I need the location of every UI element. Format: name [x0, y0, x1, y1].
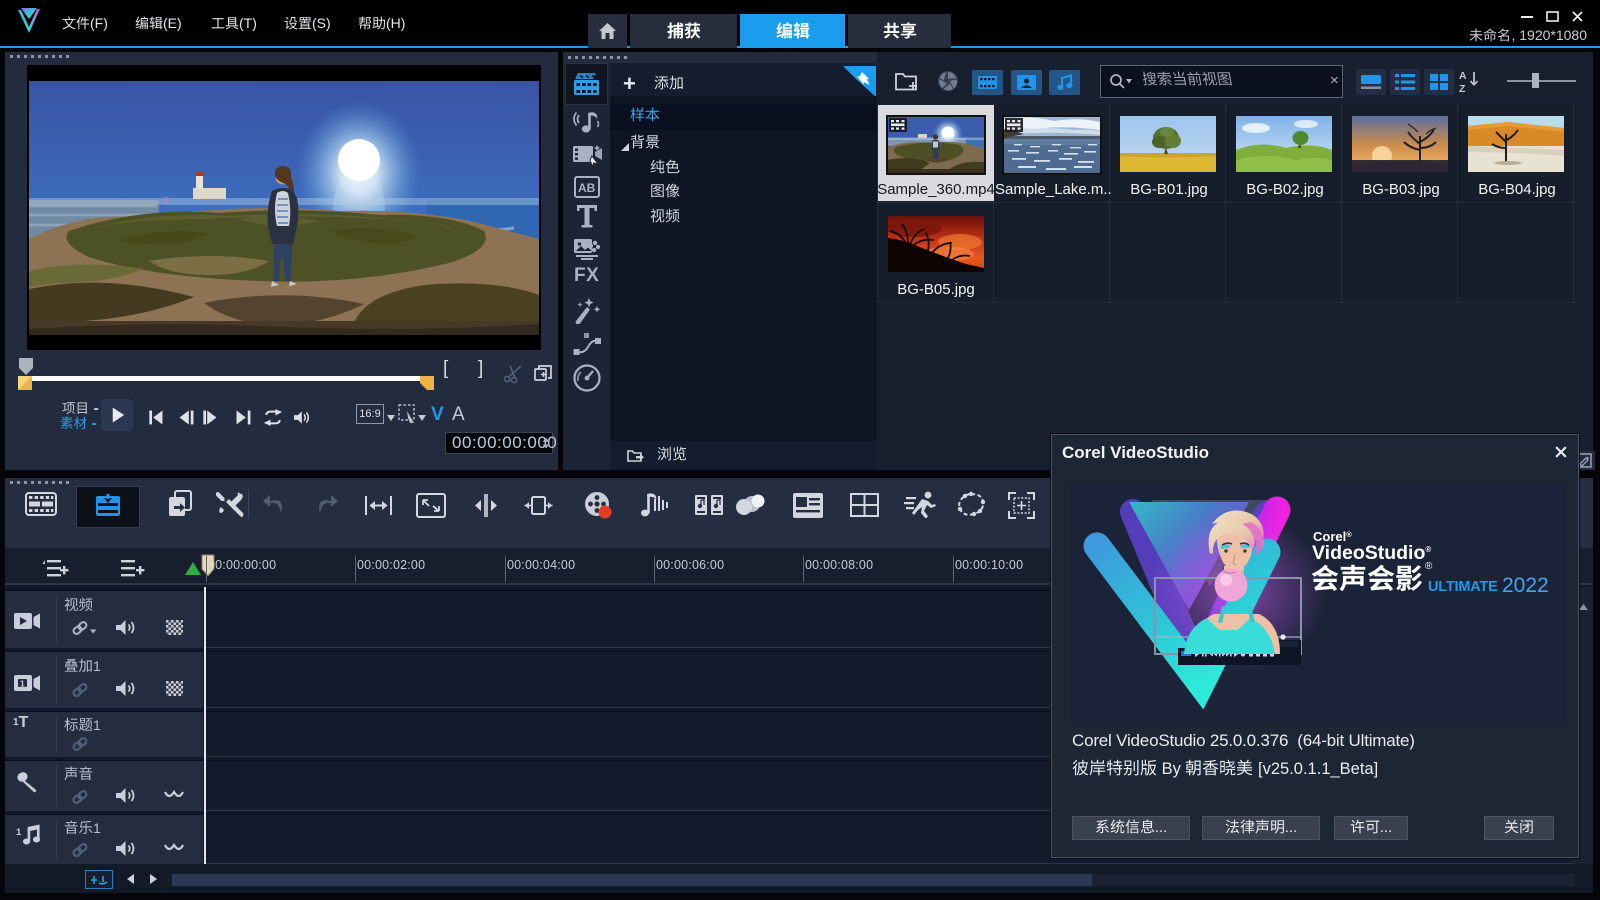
svg-text:ULTIMATE: ULTIMATE: [1428, 579, 1498, 595]
svg-text:VideoStudio®: VideoStudio®: [1312, 542, 1431, 564]
svg-text:2022: 2022: [1502, 574, 1549, 597]
svg-text:Z: Z: [1459, 83, 1466, 95]
svg-text:A: A: [1459, 70, 1467, 82]
svg-text:T: T: [798, 498, 804, 509]
svg-text:1: 1: [16, 827, 22, 838]
svg-text:AB: AB: [578, 181, 596, 195]
svg-text:1: 1: [20, 678, 25, 688]
